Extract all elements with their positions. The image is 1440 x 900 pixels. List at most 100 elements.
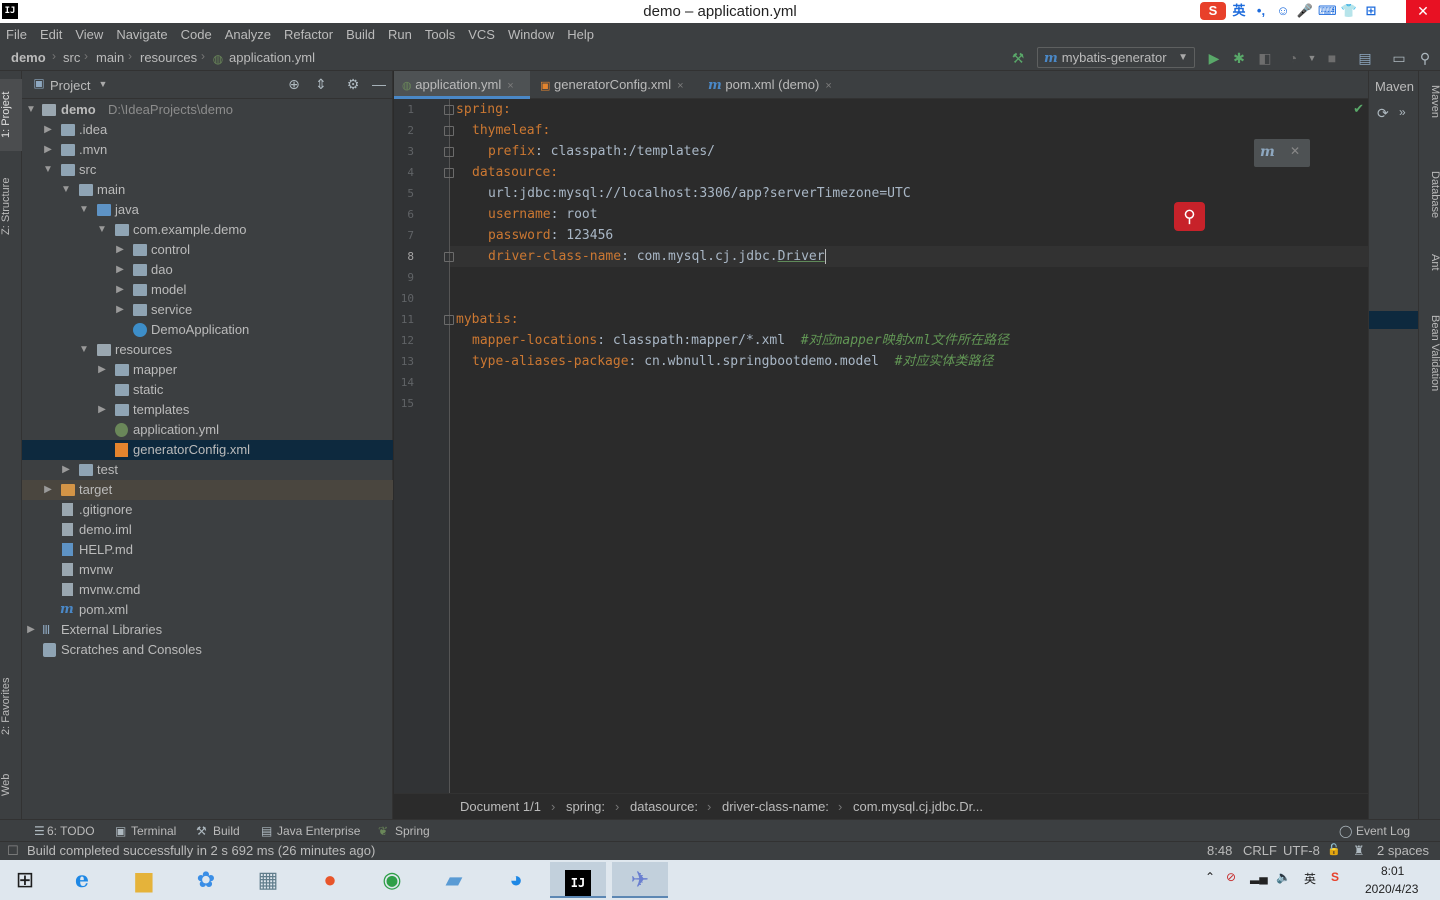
tree-item-target[interactable]: ▶ target xyxy=(22,480,393,500)
chevron-down-icon[interactable]: ▼ xyxy=(1303,49,1321,67)
menu-help[interactable]: Help xyxy=(567,27,600,42)
chevron-right-icon[interactable]: ▶ xyxy=(42,120,54,140)
internet-explorer-icon[interactable]: e xyxy=(54,862,110,898)
menu-run[interactable]: Run xyxy=(388,27,418,42)
code-line-4[interactable]: datasource: xyxy=(472,162,558,183)
code-line-8[interactable]: driver-class-name: com.mysql.cj.jdbc.Dri… xyxy=(488,246,826,267)
status-message[interactable]: Build completed successfully in 2 s 692 … xyxy=(27,843,375,858)
breadcrumb-project[interactable]: demo xyxy=(11,50,46,65)
tree-item-pom-xml[interactable]: m pom.xml xyxy=(22,600,393,620)
menu-window[interactable]: Window xyxy=(508,27,560,42)
tree-item-model[interactable]: ▶ model xyxy=(22,280,393,300)
tree-item-scratches[interactable]: Scratches and Consoles xyxy=(22,640,393,660)
tree-item-gitignore[interactable]: .gitignore xyxy=(22,500,393,520)
project-view-title[interactable]: Project xyxy=(50,78,90,93)
file-explorer-icon[interactable]: ▆ xyxy=(116,862,172,898)
tab-generatorconfig-xml[interactable]: ▣ generatorConfig.xml × xyxy=(532,71,700,99)
code-line-11[interactable]: mybatis: xyxy=(456,309,519,330)
code-line-5[interactable]: url:jdbc:mysql://localhost:3306/app?serv… xyxy=(488,183,911,204)
locate-icon[interactable]: ⊕ xyxy=(285,76,303,93)
refresh-icon[interactable]: ⟳ xyxy=(1377,105,1389,122)
run-icon[interactable]: ▶ xyxy=(1205,49,1223,67)
inspector-icon[interactable]: ♜ xyxy=(1353,843,1365,859)
tree-item-demoapplication[interactable]: DemoApplication xyxy=(22,320,393,340)
tab-application-yml[interactable]: ◍ application.yml × xyxy=(394,71,530,99)
fold-marker-icon[interactable] xyxy=(444,147,454,157)
code-line-1[interactable]: spring: xyxy=(456,99,511,120)
breadcrumb-driver[interactable]: driver-class-name: xyxy=(722,799,829,814)
more-icon[interactable]: » xyxy=(1399,105,1406,119)
tab-terminal-tool[interactable]: Terminal xyxy=(131,824,176,838)
tree-item-java[interactable]: ▼ java xyxy=(22,200,393,220)
window-close-button[interactable]: ✕ xyxy=(1406,0,1440,23)
menu-vcs[interactable]: VCS xyxy=(468,27,501,42)
tab-ant-tool[interactable]: Ant xyxy=(1419,254,1440,282)
code-line-12[interactable]: mapper-locations: classpath:mapper/*.xml… xyxy=(472,330,1009,351)
tree-item-generatorconfig-xml[interactable]: generatorConfig.xml xyxy=(22,440,393,460)
sogou-tray-icon[interactable]: S xyxy=(1331,870,1339,884)
breadcrumb-document[interactable]: Document 1/1 xyxy=(460,799,541,814)
tree-item-application-yml[interactable]: application.yml xyxy=(22,420,393,440)
ime-voice-icon[interactable]: 🎤 xyxy=(1296,2,1314,20)
line-separator[interactable]: CRLF xyxy=(1243,843,1277,858)
tree-item-templates[interactable]: ▶ templates xyxy=(22,400,393,420)
tab-database-tool[interactable]: Database xyxy=(1419,171,1440,227)
tab-spring-tool[interactable]: Spring xyxy=(395,824,430,838)
floating-search-button[interactable]: ⚲ xyxy=(1174,202,1205,231)
chevron-down-icon[interactable]: ▼ xyxy=(96,220,108,240)
tab-web-tool[interactable]: Web xyxy=(0,763,22,807)
hammer-build-icon[interactable]: ⚒ xyxy=(1009,49,1027,67)
chevron-down-icon[interactable]: ▼ xyxy=(42,160,54,180)
network-icon[interactable]: ⊘ xyxy=(1226,870,1236,884)
task-manager-icon[interactable]: ▦ xyxy=(240,862,296,898)
chevron-right-icon[interactable]: ▶ xyxy=(42,480,54,500)
file-encoding[interactable]: UTF-8 xyxy=(1283,843,1320,858)
fold-marker-icon[interactable] xyxy=(444,315,454,325)
maven-selected-row[interactable] xyxy=(1369,311,1419,329)
code-line-2[interactable]: thymeleaf: xyxy=(472,120,550,141)
tab-java-enterprise-tool[interactable]: Java Enterprise xyxy=(277,824,360,838)
chevron-right-icon[interactable]: ▶ xyxy=(114,300,126,320)
code-line-3[interactable]: prefix: classpath:/templates/ xyxy=(488,141,715,162)
code-line-7[interactable]: password: 123456 xyxy=(488,225,613,246)
menu-tools[interactable]: Tools xyxy=(425,27,461,42)
ime-punct-icon[interactable]: •, xyxy=(1252,2,1270,20)
tree-item-idea[interactable]: ▶ .idea xyxy=(22,120,393,140)
close-icon[interactable]: × xyxy=(507,80,513,92)
menu-build[interactable]: Build xyxy=(346,27,381,42)
breadcrumb-value[interactable]: com.mysql.cj.jdbc.Dr... xyxy=(853,799,983,814)
ime-toolbox-icon[interactable]: ⊞ xyxy=(1362,2,1380,20)
fold-marker-icon[interactable] xyxy=(444,168,454,178)
caret-position[interactable]: 8:48 xyxy=(1207,843,1232,858)
chevron-right-icon[interactable]: ▶ xyxy=(96,360,108,380)
tab-favorites-tool[interactable]: 2: Favorites xyxy=(0,666,22,746)
maven-reload-popup[interactable]: m ✕ xyxy=(1254,139,1310,167)
menu-view[interactable]: View xyxy=(75,27,109,42)
breadcrumb-src[interactable]: src xyxy=(63,50,80,65)
breadcrumb-main[interactable]: main xyxy=(96,50,124,65)
chevron-right-icon[interactable]: ▶ xyxy=(42,140,54,160)
ime-toolbar[interactable]: S 英 •, ☺ 🎤 ⌨ 👕 ⊞ xyxy=(1200,2,1380,20)
code-line-13[interactable]: type-aliases-package: cn.wbnull.springbo… xyxy=(472,351,994,372)
tab-project-tool[interactable]: 1: Project xyxy=(0,79,22,151)
ime-skin-icon[interactable]: 👕 xyxy=(1340,2,1358,20)
menu-refactor[interactable]: Refactor xyxy=(284,27,339,42)
chevron-down-icon[interactable]: ▼ xyxy=(25,100,37,120)
tree-item-demo[interactable]: ▼ demo D:\IdeaProjects\demo xyxy=(22,100,393,120)
chevron-down-icon[interactable]: ▼ xyxy=(78,200,90,220)
sogou-ime-icon[interactable]: S xyxy=(1200,2,1226,20)
breadcrumb-datasource[interactable]: datasource: xyxy=(630,799,698,814)
chevron-right-icon[interactable]: ▶ xyxy=(114,280,126,300)
tab-structure-tool[interactable]: Z: Structure xyxy=(0,166,22,246)
layout-icon[interactable]: ▭ xyxy=(1390,49,1408,67)
code-line-6[interactable]: username: root xyxy=(488,204,598,225)
volume-icon[interactable]: 🔈 xyxy=(1276,870,1291,884)
tree-item-service[interactable]: ▶ service xyxy=(22,300,393,320)
mysql-workbench-icon[interactable]: ✈ xyxy=(612,862,668,898)
ime-lang-icon[interactable]: 英 xyxy=(1230,2,1248,20)
maven-reload-icon[interactable]: m xyxy=(1260,144,1275,160)
menu-code[interactable]: Code xyxy=(181,27,218,42)
close-icon[interactable]: × xyxy=(825,80,831,92)
tab-maven-tool[interactable]: Maven xyxy=(1419,85,1440,137)
chevron-down-icon[interactable]: ▼ xyxy=(60,180,72,200)
